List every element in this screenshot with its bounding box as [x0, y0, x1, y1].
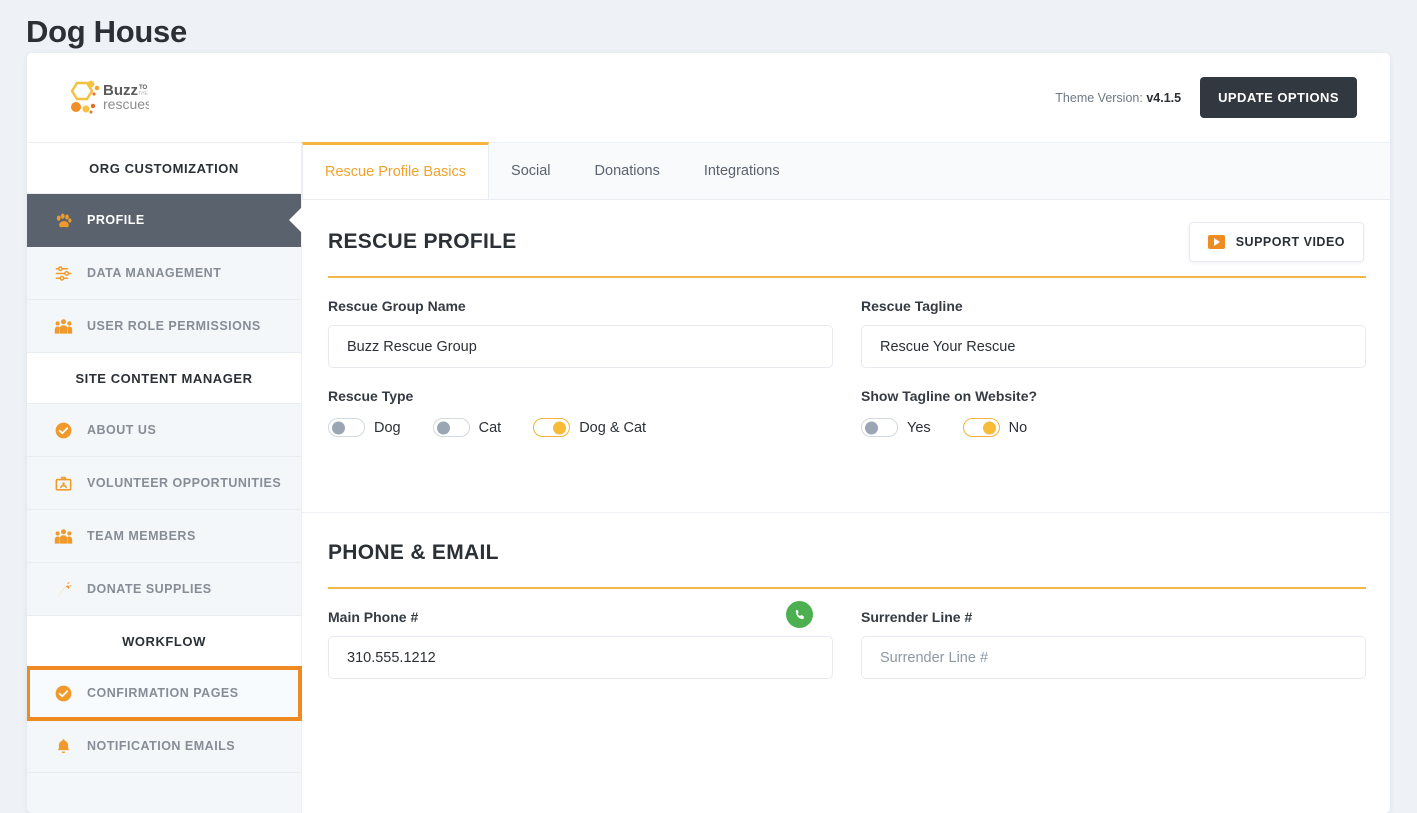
profile-fields-row-2: Rescue Type Dog Cat Dog & Cat Show Tagli…	[328, 388, 1366, 437]
sidebar-item-label: PROFILE	[87, 213, 145, 227]
field-label: Rescue Type	[328, 388, 414, 404]
content-panel: Rescue Profile Basics Social Donations I…	[301, 142, 1390, 813]
support-video-button[interactable]: SUPPORT VIDEO	[1188, 222, 1364, 262]
check-circle-icon	[53, 420, 73, 440]
toggle-switch[interactable]	[533, 418, 571, 437]
toggle-knob	[982, 421, 996, 434]
paw-icon	[53, 210, 73, 230]
toggle-switch[interactable]	[962, 418, 1000, 437]
sidebar-item-notification-emails[interactable]: NOTIFICATION EMAILS	[27, 720, 301, 773]
sliders-icon	[53, 263, 73, 283]
section-title: PHONE & EMAIL	[328, 541, 499, 564]
sidebar-item-label: CONFIRMATION PAGES	[87, 686, 239, 700]
toggle-label: Dog	[374, 419, 401, 436]
rescue-group-name-input[interactable]	[328, 325, 833, 368]
sidebar-item-label: DATA MANAGEMENT	[87, 266, 222, 280]
show-tagline-toggles: Yes No	[861, 418, 1366, 437]
toggle-dog-and-cat[interactable]: Dog & Cat	[533, 418, 646, 437]
sidebar-item-confirmation-pages[interactable]: CONFIRMATION PAGES	[27, 666, 302, 721]
tab-social[interactable]: Social	[489, 143, 573, 199]
sidebar-item-label: DONATE SUPPLIES	[87, 582, 212, 596]
update-options-button[interactable]: UPDATE OPTIONS	[1200, 77, 1357, 118]
field-rescue-tagline: Rescue Tagline	[861, 298, 1366, 368]
rescue-tagline-input[interactable]	[861, 325, 1366, 368]
toggle-switch[interactable]	[328, 418, 365, 437]
toggle-switch[interactable]	[432, 418, 470, 437]
sidebar-item-data-management[interactable]: DATA MANAGEMENT	[27, 247, 301, 300]
sidebar-item-label: NOTIFICATION EMAILS	[87, 739, 236, 753]
top-bar: Buzz TO THE rescues Theme Version: v4.1.…	[27, 53, 1390, 143]
main-phone-input[interactable]	[328, 636, 833, 679]
toggle-dog[interactable]: Dog	[328, 418, 401, 437]
toggle-knob	[553, 421, 567, 434]
main-area: ORG CUSTOMIZATION PROFILE DATA MANAGEMEN…	[27, 142, 1390, 813]
people-icon	[53, 526, 73, 546]
section-rescue-profile: RESCUE PROFILE SUPPORT VIDEO Rescue Grou…	[302, 200, 1390, 503]
field-label: Rescue Tagline	[861, 298, 963, 314]
toggle-knob	[332, 421, 345, 434]
sidebar-item-team-members[interactable]: TEAM MEMBERS	[27, 510, 301, 563]
toggle-cat[interactable]: Cat	[432, 418, 502, 437]
id-badge-icon	[53, 473, 73, 493]
sidebar-item-label: ABOUT US	[87, 423, 157, 437]
theme-version: Theme Version: v4.1.5	[1055, 91, 1181, 105]
page-title: Dog House	[26, 14, 187, 49]
sidebar-item-label: VOLUNTEER OPPORTUNITIES	[87, 476, 282, 490]
sidebar: ORG CUSTOMIZATION PROFILE DATA MANAGEMEN…	[27, 143, 302, 813]
toggle-tagline-yes[interactable]: Yes	[861, 418, 931, 437]
section-divider	[328, 276, 1366, 278]
profile-fields-row-1: Rescue Group Name Rescue Tagline	[328, 298, 1366, 368]
bell-icon	[53, 736, 73, 756]
field-label: Main Phone #	[328, 609, 419, 625]
app-window: Buzz TO THE rescues Theme Version: v4.1.…	[27, 53, 1390, 813]
carrot-icon	[53, 579, 73, 599]
sidebar-section-header-org: ORG CUSTOMIZATION	[27, 143, 301, 194]
tab-bar: Rescue Profile Basics Social Donations I…	[302, 142, 1390, 200]
play-icon	[1207, 235, 1225, 249]
field-show-tagline: Show Tagline on Website? Yes No	[861, 388, 1366, 437]
toggle-label: Dog & Cat	[579, 419, 647, 436]
section-phone-email: PHONE & EMAIL Main Phone # Surrender L	[302, 512, 1390, 679]
rescue-type-toggles: Dog Cat Dog & Cat	[328, 418, 833, 437]
sidebar-section-header-workflow: WORKFLOW	[27, 616, 301, 667]
toggle-knob	[436, 421, 450, 434]
buzz-rescues-logo: Buzz TO THE rescues	[65, 78, 149, 118]
support-video-label: SUPPORT VIDEO	[1235, 235, 1345, 249]
field-label: Surrender Line #	[861, 609, 973, 625]
topbar-actions: Theme Version: v4.1.5 UPDATE OPTIONS	[1055, 77, 1357, 118]
tab-rescue-profile-basics[interactable]: Rescue Profile Basics	[302, 142, 490, 199]
phone-fields-row: Main Phone # Surrender Line #	[328, 601, 1366, 679]
field-label: Rescue Group Name	[328, 298, 466, 314]
tab-integrations[interactable]: Integrations	[682, 143, 802, 199]
surrender-line-input[interactable]	[861, 636, 1366, 679]
check-circle-icon	[53, 683, 73, 703]
field-main-phone: Main Phone #	[328, 601, 833, 679]
theme-version-value: v4.1.5	[1146, 90, 1182, 105]
sidebar-item-user-role-permissions[interactable]: USER ROLE PERMISSIONS	[27, 300, 301, 353]
tab-donations[interactable]: Donations	[573, 143, 682, 199]
theme-version-label: Theme Version:	[1055, 90, 1143, 105]
people-icon	[53, 316, 73, 336]
toggle-knob	[865, 421, 878, 434]
sidebar-item-label: USER ROLE PERMISSIONS	[87, 319, 261, 333]
toggle-tagline-no[interactable]: No	[962, 418, 1028, 437]
sidebar-item-volunteer-opportunities[interactable]: VOLUNTEER OPPORTUNITIES	[27, 457, 301, 510]
svg-text:rescues: rescues	[103, 96, 149, 112]
field-label: Show Tagline on Website?	[861, 388, 1038, 404]
toggle-label: Yes	[907, 419, 931, 436]
toggle-switch[interactable]	[861, 418, 898, 437]
toggle-label: Cat	[478, 419, 502, 436]
sidebar-item-label: TEAM MEMBERS	[87, 529, 196, 543]
field-surrender-line: Surrender Line #	[861, 609, 1366, 679]
sidebar-item-profile[interactable]: PROFILE	[27, 194, 301, 247]
section-divider	[328, 587, 1366, 589]
field-rescue-type: Rescue Type Dog Cat Dog & Cat	[328, 388, 833, 437]
field-rescue-group-name: Rescue Group Name	[328, 298, 833, 368]
toggle-label: No	[1008, 419, 1028, 436]
sidebar-item-about-us[interactable]: ABOUT US	[27, 404, 301, 457]
phone-verified-icon	[786, 601, 813, 628]
sidebar-section-header-site-content: SITE CONTENT MANAGER	[27, 353, 301, 404]
sidebar-item-donate-supplies[interactable]: DONATE SUPPLIES	[27, 563, 301, 616]
